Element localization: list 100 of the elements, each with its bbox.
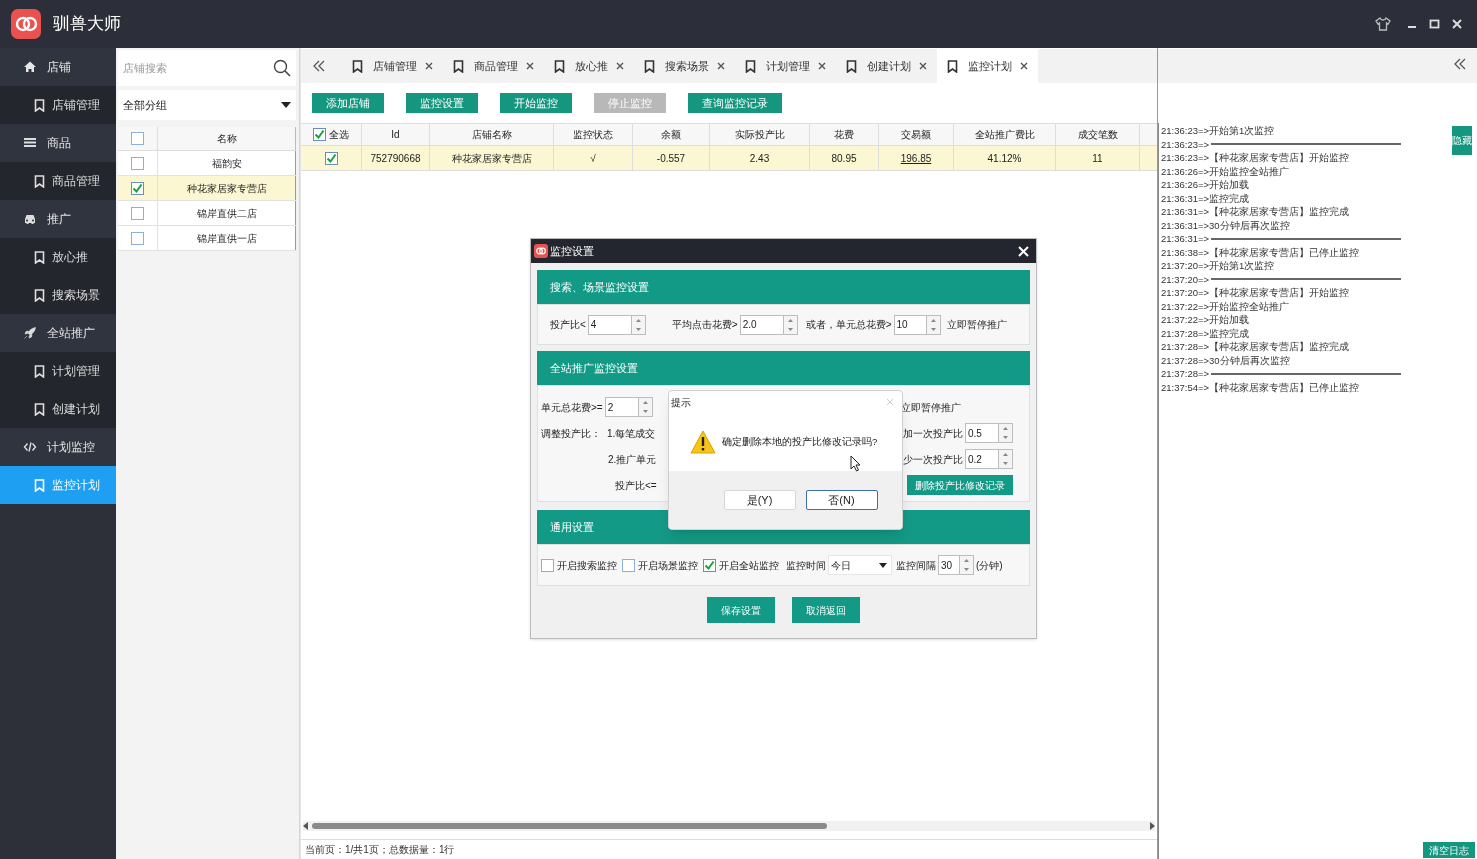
checkbox[interactable] (324, 151, 338, 165)
checkbox[interactable] (541, 558, 554, 572)
maximize-icon[interactable] (1429, 18, 1441, 30)
table-row[interactable]: 752790668 种花家居家专营店 √ -0.557 2.43 80.95 196.85 41.12% 11 (301, 146, 1157, 171)
status-text: 当前页：1/共1页；总数据量：1行 (305, 843, 455, 857)
column-header: 店铺名称 (430, 124, 554, 145)
spin-field[interactable]: 30 (938, 555, 960, 575)
table-cell-text: 2.43 (749, 151, 770, 166)
checkbox[interactable] (131, 156, 144, 170)
rocket-icon (23, 326, 37, 340)
log-entry: 21:37:20=> (1161, 274, 1210, 284)
double-chevron-left-icon[interactable] (312, 60, 326, 72)
sidebar-group[interactable]: 商品 (0, 124, 116, 162)
clear-log-button[interactable]: 清空日志 (1423, 842, 1475, 858)
group-dropdown[interactable]: 全部分组 (118, 90, 296, 120)
toolbar-button[interactable]: 开始监控 (500, 93, 572, 113)
warning-icon (690, 430, 716, 454)
spin-field[interactable]: 2 (604, 397, 639, 417)
dialog-button[interactable]: 取消返回 (792, 597, 860, 623)
log-entry: 21:36:31=>30分钟后再次监控 (1161, 218, 1291, 232)
tab[interactable]: 监控计划 (937, 49, 1038, 83)
checkbox[interactable] (131, 231, 144, 245)
check-icon (325, 152, 337, 164)
log-entry: 21:37:28=>30分钟后再次监控 (1161, 353, 1291, 367)
field-label: 监控间隔 (896, 558, 936, 573)
double-chevron-left-icon[interactable] (1453, 58, 1467, 70)
checkbox[interactable] (131, 181, 144, 195)
column-header: 全选 (329, 128, 349, 142)
list-icon (23, 136, 37, 150)
checkbox[interactable] (622, 558, 635, 572)
log-entry: 21:37:28=>【种花家居家专营店】监控完成 (1161, 340, 1351, 354)
check-icon (704, 559, 715, 571)
log-entry: 21:36:31=>监控完成 (1161, 191, 1251, 205)
toolbar-button[interactable]: 监控设置 (406, 93, 478, 113)
table-link[interactable]: 196.85 (900, 150, 932, 166)
close-icon[interactable] (1020, 62, 1028, 70)
field-label: 或者，单元总花费> (805, 318, 892, 332)
sidebar-item[interactable]: 创建计划 (0, 390, 116, 428)
close-icon[interactable] (526, 62, 534, 70)
toolbar-button[interactable]: 查询监控记录 (688, 93, 782, 113)
bookmark-icon (644, 59, 655, 73)
search-field[interactable]: 店铺搜索 (118, 50, 296, 86)
time-dropdown[interactable]: 今日 (828, 555, 892, 575)
sidebar-item[interactable]: 搜索场景 (0, 276, 116, 314)
close-icon[interactable] (919, 62, 927, 70)
field-label: 1.每笔成交 (607, 426, 656, 441)
spin-field[interactable]: 0.2 (965, 449, 999, 469)
table-row[interactable]: 福韵安 (118, 151, 296, 176)
sidebar-group[interactable]: 计划监控 (0, 428, 116, 466)
app-title: 驯兽大师 (53, 13, 121, 36)
checkbox[interactable] (131, 206, 144, 220)
spin-field[interactable]: 4 (587, 314, 632, 335)
spin-field[interactable]: 10 (893, 314, 927, 335)
bookmark-icon (34, 98, 45, 112)
column-header: 交易额 (879, 124, 954, 145)
bookmark-icon (352, 59, 363, 73)
dialog-button[interactable]: 是(Y) (723, 490, 796, 510)
horizontal-scrollbar[interactable] (303, 821, 1155, 831)
sidebar-item[interactable]: 商品管理 (0, 162, 116, 200)
close-icon[interactable] (616, 62, 624, 70)
search-icon[interactable] (273, 59, 291, 77)
scroll-left-icon[interactable] (303, 822, 309, 830)
checkbox-label: 开启搜索监控 (557, 558, 617, 573)
checkbox[interactable] (703, 558, 716, 572)
dialog-button[interactable]: 保存设置 (707, 597, 775, 623)
hide-button[interactable]: 隐藏 (1452, 126, 1472, 155)
spin-field[interactable]: 2.0 (739, 314, 784, 335)
close-icon[interactable] (818, 62, 826, 70)
checkbox[interactable] (131, 132, 144, 145)
scroll-right-icon[interactable] (1149, 822, 1155, 830)
field-label: 立即暂停推广 (946, 318, 1007, 332)
close-icon[interactable] (717, 62, 725, 70)
table-row[interactable]: 锦岸直供一店 (118, 226, 296, 251)
field-label: 投产比< (550, 318, 586, 332)
sidebar-item[interactable]: 店铺管理 (0, 86, 116, 124)
table-row[interactable]: 锦岸直供二店 (118, 201, 296, 226)
sidebar-group[interactable]: 推广 (0, 200, 116, 238)
sidebar-group[interactable]: 店铺 (0, 48, 116, 86)
sidebar-item[interactable]: 计划管理 (0, 352, 116, 390)
dropdown-caret-icon (879, 562, 887, 568)
close-icon[interactable] (425, 62, 433, 70)
toolbar-button[interactable]: 添加店铺 (312, 93, 384, 113)
log-entry: 21:36:23=>开始第1次监控 (1161, 124, 1276, 138)
home-icon (23, 60, 37, 74)
log-entry: 21:37:28=> (1161, 369, 1210, 379)
shirt-icon[interactable] (1375, 17, 1391, 31)
checkbox[interactable] (313, 128, 326, 141)
section-header: 搜索、场景监控设置 (537, 270, 1030, 304)
field-label: 加一次投产比 (903, 426, 963, 441)
table-row[interactable]: 种花家居家专营店 (118, 176, 296, 201)
table-cell-text: √ (590, 151, 596, 166)
bookmark-icon (34, 174, 45, 188)
sidebar-group[interactable]: 全站推广 (0, 314, 116, 352)
spin-field[interactable]: 0.5 (965, 423, 999, 443)
bookmark-icon (34, 364, 45, 378)
dialog-button[interactable]: 否(N) (805, 490, 878, 510)
bookmark-icon (947, 59, 958, 73)
delete-record-button[interactable]: 删除投产比修改记录 (907, 475, 1013, 495)
table-cell-text: 80.95 (831, 151, 857, 166)
sidebar-item[interactable]: 放心推 (0, 238, 116, 276)
